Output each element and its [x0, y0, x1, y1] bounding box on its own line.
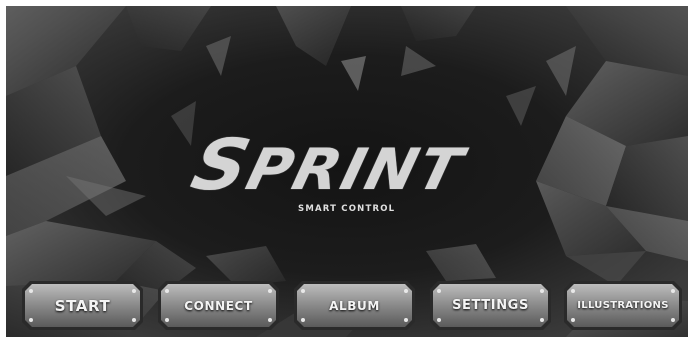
connect-button[interactable]: CONNECT: [156, 279, 281, 332]
settings-label: SETTINGS: [452, 298, 529, 313]
settings-button[interactable]: SETTINGS: [428, 279, 553, 332]
start-label: START: [54, 296, 111, 315]
logo-rest: PRINT: [240, 136, 471, 204]
logo-subtitle: SMART CONTROL: [298, 204, 396, 214]
sprint-logo: SPRINT SMART CONTROL: [184, 125, 492, 224]
album-button[interactable]: ALBUM: [292, 279, 417, 332]
start-button[interactable]: START: [20, 279, 145, 332]
illustrations-button[interactable]: ILLUSTRATIONS: [562, 279, 684, 332]
sprint-home-screen: SPRINT SMART CONTROL START CONNECT ALBUM…: [6, 6, 688, 337]
album-label: ALBUM: [329, 298, 380, 313]
connect-label: CONNECT: [184, 298, 253, 313]
illustrations-label: ILLUSTRATIONS: [577, 300, 669, 311]
logo-wordmark: SPRINT: [184, 125, 471, 207]
